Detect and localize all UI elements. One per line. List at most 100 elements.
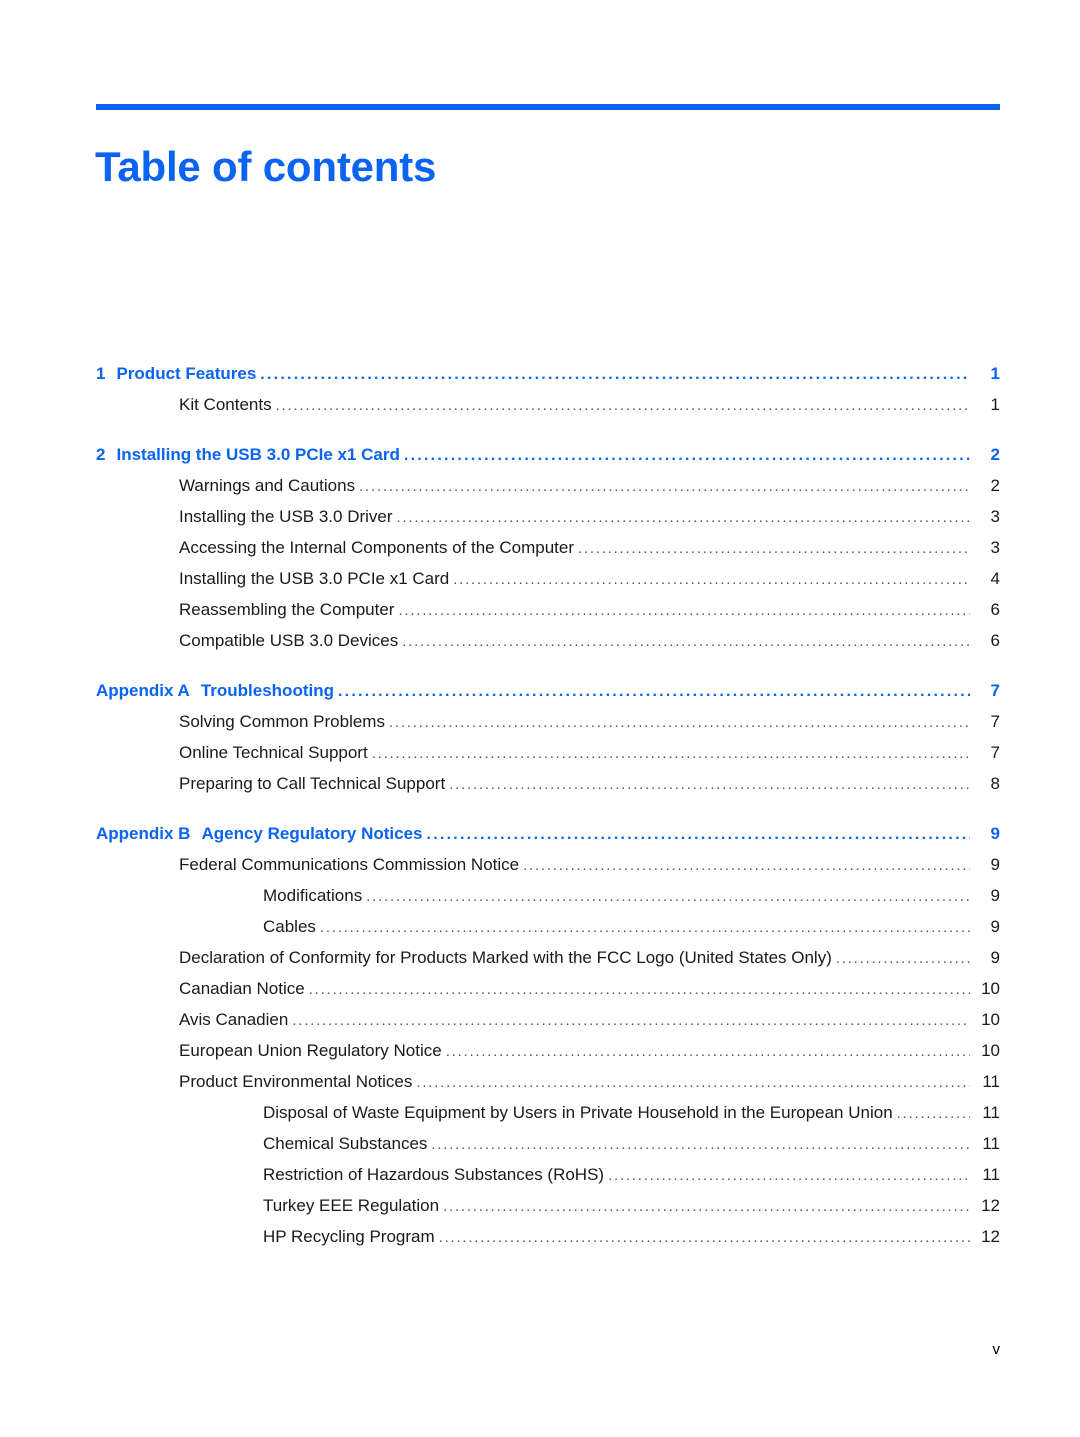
toc-leader-dots [359, 479, 970, 494]
toc-entry-text: Disposal of Waste Equipment by Users in … [263, 1103, 893, 1122]
toc-entry-text: HP Recycling Program [263, 1227, 435, 1246]
toc-leader-dots [292, 1013, 970, 1028]
toc-entry[interactable]: Compatible USB 3.0 Devices 6 [96, 631, 1000, 651]
toc-entry[interactable]: 1 Product Features 1 [96, 364, 1000, 384]
toc-entry[interactable]: Canadian Notice 10 [96, 979, 1000, 999]
toc-leader-dots [449, 777, 970, 792]
toc-entry-label: Accessing the Internal Components of the… [179, 538, 574, 558]
toc-entry-page-number: 10 [981, 979, 1000, 998]
page-title: Table of contents [95, 143, 437, 191]
toc-leader-dots [276, 398, 970, 413]
toc-entry-label: Preparing to Call Technical Support [179, 774, 445, 794]
toc-entry-page-number: 8 [990, 774, 1000, 793]
toc-entry-text: Product Features [116, 364, 257, 383]
toc-entry-label: HP Recycling Program [263, 1227, 435, 1247]
toc-entry-text: Chemical Substances [263, 1134, 428, 1153]
toc-entry-text: Restriction of Hazardous Substances (RoH… [263, 1165, 605, 1184]
toc-entry-label: Chemical Substances [263, 1134, 427, 1154]
toc-entry-page-number: 10 [981, 1010, 1000, 1029]
toc-entry-text: Canadian Notice [179, 979, 305, 998]
toc-entry-label: 1 Product Features [96, 364, 256, 384]
toc-entry-page-number: 1 [990, 364, 1000, 383]
toc-leader-dots [372, 746, 970, 761]
toc-entry[interactable]: Federal Communications Commission Notice… [96, 855, 1000, 875]
toc-leader-dots [389, 715, 970, 730]
toc-entry-page-number: 9 [990, 886, 1000, 905]
toc-entry-label: Turkey EEE Regulation [263, 1196, 439, 1216]
toc-entry-label: 2 Installing the USB 3.0 PCIe x1 Card [96, 445, 400, 465]
toc-leader-dots [338, 684, 970, 700]
toc-entry-label: Declaration of Conformity for Products M… [179, 948, 832, 968]
toc-entry-label: Online Technical Support [179, 743, 368, 763]
toc-entry-label: Warnings and Cautions [179, 476, 355, 496]
toc-entry[interactable]: Product Environmental Notices 11 [96, 1072, 1000, 1092]
toc-entry[interactable]: Online Technical Support 7 [96, 743, 1000, 763]
toc-entry[interactable]: Declaration of Conformity for Products M… [96, 948, 1000, 968]
toc-leader-dots [578, 541, 970, 556]
toc-entry[interactable]: Warnings and Cautions 2 [96, 476, 1000, 496]
toc-entry-label: Product Environmental Notices [179, 1072, 412, 1092]
toc-entry-label: Solving Common Problems [179, 712, 385, 732]
toc-leader-dots [260, 367, 970, 383]
toc-entry-label: Installing the USB 3.0 Driver [179, 507, 393, 527]
toc-entry-text: Preparing to Call Technical Support [179, 774, 446, 793]
toc-entry[interactable]: Installing the USB 3.0 PCIe x1 Card 4 [96, 569, 1000, 589]
toc-leader-dots [402, 634, 970, 649]
toc-entry-page-number: 9 [990, 948, 1000, 967]
toc-entry-page-number: 2 [990, 445, 1000, 464]
toc-entry[interactable]: Restriction of Hazardous Substances (RoH… [96, 1165, 1000, 1185]
toc-entry-page-number: 6 [990, 631, 1000, 650]
toc-entry-text: Declaration of Conformity for Products M… [179, 948, 832, 967]
toc-entry[interactable]: Modifications 9 [96, 886, 1000, 906]
toc-entry-label: Compatible USB 3.0 Devices [179, 631, 398, 651]
toc-entry[interactable]: Accessing the Internal Components of the… [96, 538, 1000, 558]
toc-entry-page-number: 7 [990, 712, 1000, 731]
toc-leader-dots [439, 1230, 970, 1245]
toc-entry[interactable]: Disposal of Waste Equipment by Users in … [96, 1103, 1000, 1123]
toc-entry[interactable]: Cables 9 [96, 917, 1000, 937]
toc-entry-text: Installing the USB 3.0 Driver [179, 507, 393, 526]
toc-leader-dots [453, 572, 970, 587]
toc-leader-dots [397, 510, 970, 525]
toc-entry[interactable]: Solving Common Problems 7 [96, 712, 1000, 732]
toc-leader-dots [608, 1168, 970, 1183]
toc-entry-label: Kit Contents [179, 395, 272, 415]
toc-entry-page-number: 12 [981, 1196, 1000, 1215]
footer-page-number: v [992, 1341, 1001, 1358]
toc-entry[interactable]: Avis Canadien 10 [96, 1010, 1000, 1030]
toc-entry-page-number: 12 [981, 1227, 1000, 1246]
toc-entry-label: Federal Communications Commission Notice [179, 855, 519, 875]
toc-leader-dots [398, 603, 970, 618]
toc-entry[interactable]: Preparing to Call Technical Support 8 [96, 774, 1000, 794]
toc-entry-text: Agency Regulatory Notices [201, 824, 423, 843]
toc-entry-text: Solving Common Problems [179, 712, 385, 731]
toc-entry-page-number: 10 [981, 1041, 1000, 1060]
toc-entry-page-number: 1 [990, 395, 1000, 414]
toc-leader-dots [836, 951, 970, 966]
toc-entry-page-number: 7 [990, 681, 1000, 700]
toc-entry-number: 2 [96, 445, 106, 464]
toc-entry[interactable]: Appendix A Troubleshooting 7 [96, 681, 1000, 701]
toc-entry-text: Turkey EEE Regulation [263, 1196, 440, 1215]
toc-entry-number: 1 [96, 364, 106, 383]
toc-entry[interactable]: Installing the USB 3.0 Driver 3 [96, 507, 1000, 527]
toc-entry[interactable]: Chemical Substances 11 [96, 1134, 1000, 1154]
toc-entry-number: Appendix B [96, 824, 191, 843]
toc-entry[interactable]: Reassembling the Computer 6 [96, 600, 1000, 620]
toc-entry-text: Reassembling the Computer [179, 600, 395, 619]
toc-entry[interactable]: HP Recycling Program 12 [96, 1227, 1000, 1247]
toc-entry-text: Kit Contents [179, 395, 272, 414]
toc-entry[interactable]: European Union Regulatory Notice 10 [96, 1041, 1000, 1061]
toc-entry-label: Appendix A Troubleshooting [96, 681, 334, 701]
toc-entry-text: European Union Regulatory Notice [179, 1041, 442, 1060]
toc-leader-dots [897, 1106, 970, 1121]
toc-entry[interactable]: Turkey EEE Regulation 12 [96, 1196, 1000, 1216]
toc-entry-label: European Union Regulatory Notice [179, 1041, 442, 1061]
toc-entry[interactable]: Appendix B Agency Regulatory Notices 9 [96, 824, 1000, 844]
toc-entry-label: Modifications [263, 886, 362, 906]
toc-entry-label: Cables [263, 917, 316, 937]
toc-entry-text: Online Technical Support [179, 743, 368, 762]
toc-leader-dots [320, 920, 970, 935]
toc-entry[interactable]: Kit Contents 1 [96, 395, 1000, 415]
toc-entry[interactable]: 2 Installing the USB 3.0 PCIe x1 Card 2 [96, 445, 1000, 465]
